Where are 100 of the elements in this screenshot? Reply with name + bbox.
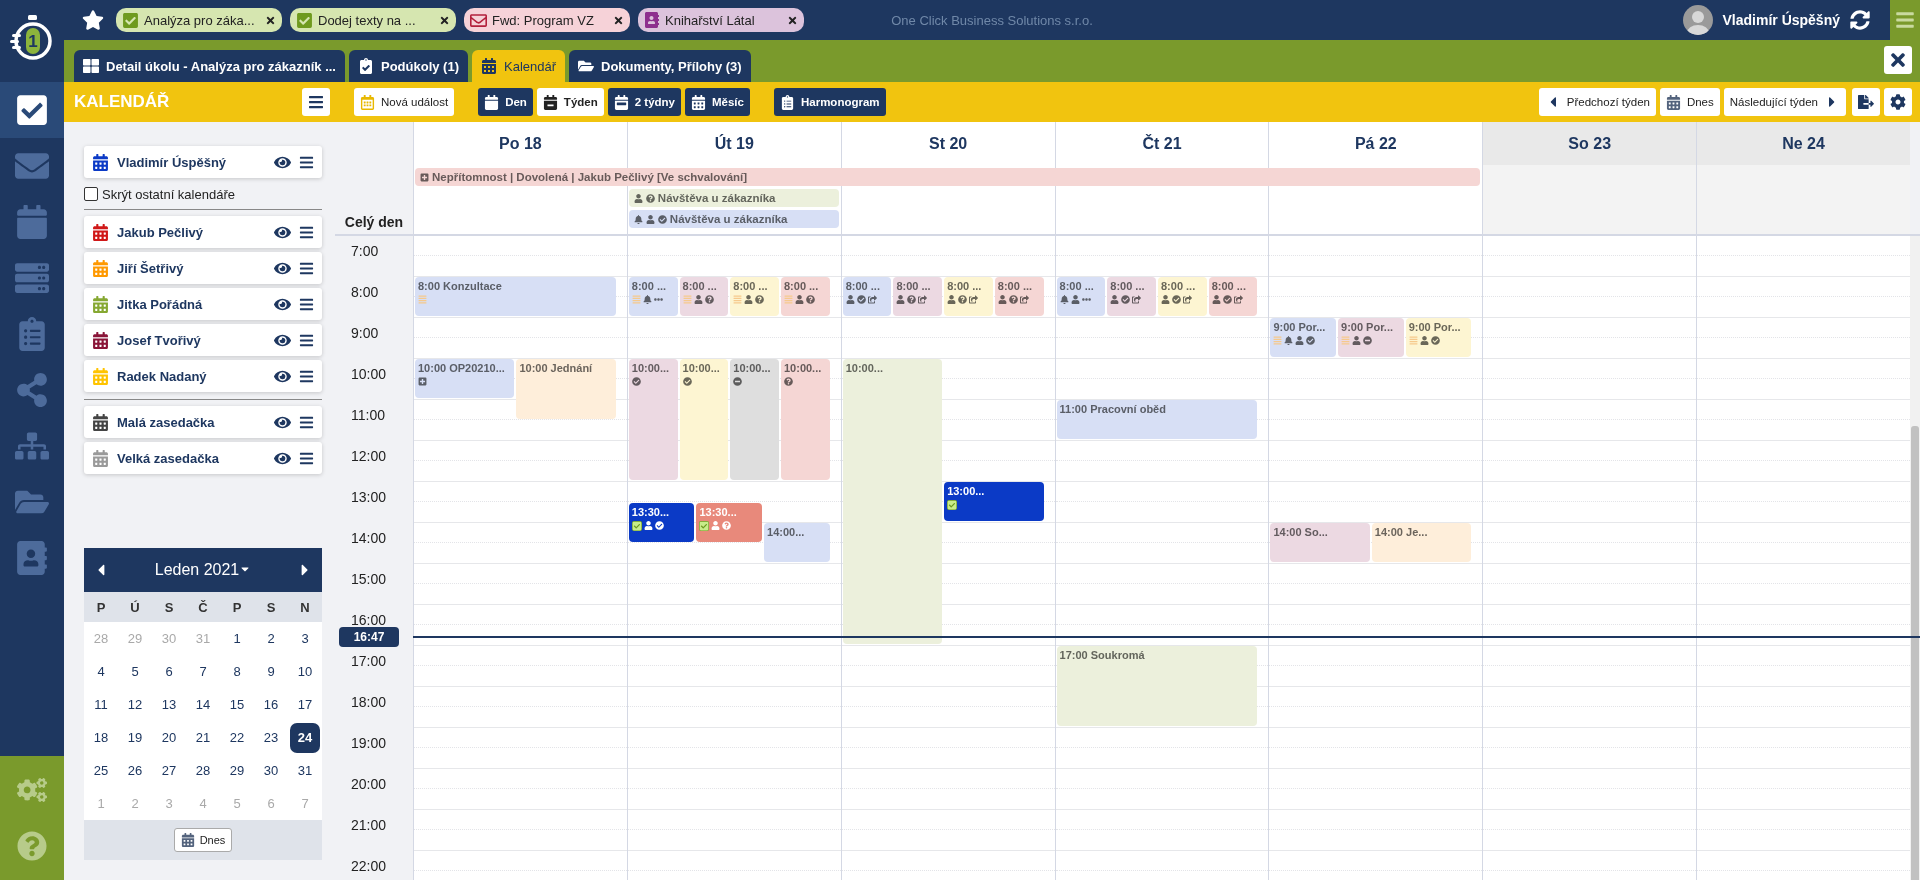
day-cell[interactable]: 1 (222, 623, 252, 654)
nav-item[interactable] (0, 82, 64, 138)
refresh-icon[interactable] (1850, 10, 1870, 30)
calendar-item[interactable]: Velká zasedačka (84, 442, 322, 474)
tab[interactable]: Kalendář (472, 50, 566, 82)
event[interactable]: 8:00 ... (1056, 277, 1106, 316)
calendar-item[interactable]: Jakub Pečlivý (84, 216, 322, 248)
day-cell[interactable]: 7 (188, 656, 218, 687)
event[interactable]: 13:30... (628, 502, 695, 542)
day-cell[interactable]: 23 (256, 722, 286, 753)
day-cell[interactable]: 15 (222, 689, 252, 720)
event[interactable]: 8:00 ... (994, 277, 1044, 316)
day-cell[interactable]: 26 (120, 755, 150, 786)
next-week-button[interactable]: Následující týden (1723, 88, 1846, 116)
day-cell[interactable]: 5 (120, 656, 150, 687)
event[interactable]: 14:00 So... (1270, 523, 1370, 562)
day-cell[interactable]: 8 (222, 656, 252, 687)
tab[interactable]: Podúkoly (1) (348, 50, 468, 82)
day-cell[interactable]: 6 (154, 656, 184, 687)
day-cell[interactable]: 16 (256, 689, 286, 720)
day-cell[interactable]: 14 (188, 689, 218, 720)
event[interactable]: 13:00... (944, 482, 1044, 521)
day-cell[interactable]: 17 (290, 689, 320, 720)
star-icon[interactable] (82, 9, 104, 31)
calendar-item[interactable]: Vladimír Úspěšný (84, 146, 322, 178)
all-day-event[interactable]: Návštěva u zákazníka (628, 210, 839, 228)
day-cell[interactable]: 31 (290, 755, 320, 786)
close-icon[interactable] (787, 14, 798, 26)
day-cell[interactable]: 27 (154, 755, 184, 786)
day-cell[interactable]: 13 (154, 689, 184, 720)
today-button[interactable]: Dnes (173, 828, 233, 852)
checkbox[interactable] (84, 187, 98, 201)
close-icon[interactable] (613, 14, 624, 26)
today-button[interactable]: Dnes (1659, 88, 1720, 116)
calendar-item[interactable]: Jitka Pořádná (84, 288, 322, 320)
calendar-item[interactable]: Radek Nadaný (84, 360, 322, 392)
day-cell[interactable]: 22 (222, 722, 252, 753)
day-cell[interactable]: 21 (188, 722, 218, 753)
day-cell[interactable]: 20 (154, 722, 184, 753)
day-cell[interactable]: 12 (120, 689, 150, 720)
scrollbar[interactable] (1910, 236, 1920, 880)
settings-button[interactable] (1884, 88, 1912, 116)
day-cell[interactable]: 18 (86, 722, 116, 753)
view-button[interactable]: Měsíc (685, 88, 750, 116)
day-cell[interactable]: 2 (256, 623, 286, 654)
export-button[interactable] (1852, 88, 1880, 116)
menu-icon[interactable] (299, 414, 314, 430)
calendar-item[interactable]: Malá zasedačka (84, 406, 322, 438)
tab[interactable]: Detail úkolu - Analýza pro zákazník ... (74, 50, 345, 82)
menu-icon[interactable] (299, 332, 314, 348)
event[interactable]: 10:00... (730, 359, 779, 480)
event[interactable]: 14:00... (764, 523, 830, 562)
event[interactable]: 11:00 Pracovní oběd (1056, 400, 1258, 439)
event[interactable]: 10:00 OP20210... (415, 359, 515, 398)
day-cell[interactable]: 19 (120, 722, 150, 753)
event[interactable]: 8:00 ... (1158, 277, 1207, 316)
event[interactable]: 17:00 Soukromá (1056, 646, 1258, 726)
view-button[interactable]: 2 týdny (607, 88, 681, 116)
event[interactable]: 14:00 Je... (1371, 523, 1472, 562)
event[interactable]: 9:00 Por... (1405, 318, 1472, 357)
day-cell[interactable]: 24 (290, 722, 320, 753)
all-day-event[interactable]: Návštěva u zákazníka (628, 189, 839, 207)
scrollbar-thumb[interactable] (1911, 426, 1919, 880)
event[interactable]: 8:00 ... (730, 277, 779, 316)
event[interactable]: 10:00... (842, 359, 943, 644)
previous-week-button[interactable]: Předchozí týden (1538, 88, 1656, 116)
event[interactable]: 9:00 Por... (1270, 318, 1337, 357)
day-cell[interactable]: 28 (188, 755, 218, 786)
event[interactable]: 10:00 Jednání (516, 359, 616, 419)
view-button[interactable]: Den (478, 88, 533, 116)
open-item-tab[interactable]: Fwd: Program VZ (464, 8, 630, 32)
day-cell[interactable]: 30 (256, 755, 286, 786)
event[interactable]: 8:00 Konzultace (415, 277, 616, 316)
day-cell[interactable]: 25 (86, 755, 116, 786)
menu-button[interactable] (302, 88, 330, 116)
event[interactable]: 8:00 ... (781, 277, 830, 316)
user-name[interactable]: Vladimír Úspěšný (1722, 12, 1840, 28)
event[interactable]: 10:00... (679, 359, 729, 480)
close-icon[interactable] (439, 14, 450, 26)
calendar-item[interactable]: Jiří Šetřivý (84, 252, 322, 284)
menu-icon[interactable] (299, 296, 314, 312)
open-item-tab[interactable]: Knihařství Látal (638, 8, 804, 32)
event[interactable]: 8:00 ... (893, 277, 943, 316)
hide-others-checkbox[interactable]: Skrýt ostatní kalendáře (84, 182, 322, 206)
day-cell[interactable]: 4 (86, 656, 116, 687)
day-cell[interactable]: 11 (86, 689, 116, 720)
tab[interactable]: Dokumenty, Přílohy (3) (569, 50, 751, 82)
event[interactable]: 8:00 ... (628, 277, 678, 316)
event[interactable]: 9:00 Por... (1338, 318, 1404, 357)
event[interactable]: 8:00 ... (679, 277, 729, 316)
view-button[interactable]: Týden (536, 88, 604, 116)
menu-icon[interactable] (299, 154, 314, 170)
gantt-button[interactable]: Harmonogram (773, 88, 886, 116)
menu-icon[interactable] (299, 260, 314, 276)
open-item-tab[interactable]: Dodej texty na ... (290, 8, 456, 32)
day-cell[interactable]: 29 (222, 755, 252, 786)
menu-icon[interactable] (299, 368, 314, 384)
event[interactable]: 8:00 ... (1107, 277, 1156, 316)
day-cell[interactable]: 10 (290, 656, 320, 687)
new-event-button[interactable]: Nová událost (354, 88, 455, 116)
